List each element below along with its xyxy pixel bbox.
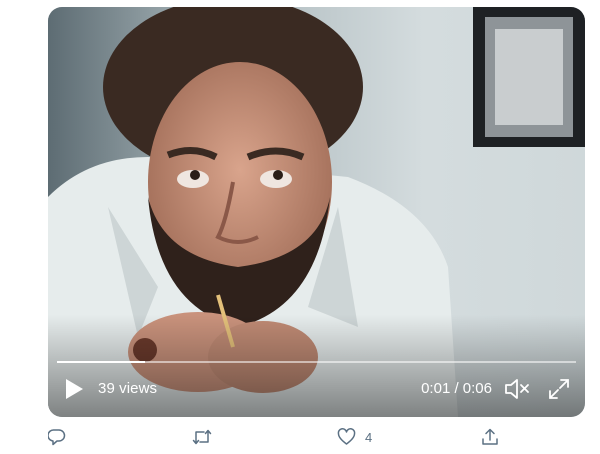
video-controls: 39 views 0:01 / 0:06 (48, 361, 585, 417)
heart-icon (337, 428, 356, 445)
retweet-icon (192, 429, 212, 445)
reply-button[interactable] (48, 428, 66, 446)
share-icon (482, 428, 498, 445)
tweet-actions: 4 (0, 426, 600, 454)
video-player[interactable]: 39 views 0:01 / 0:06 (48, 7, 585, 417)
reply-icon (48, 429, 66, 446)
time-display: 0:01 / 0:06 (421, 380, 492, 397)
share-button[interactable] (481, 428, 499, 446)
retweet-button[interactable] (192, 428, 212, 446)
mute-button[interactable] (503, 376, 531, 402)
view-count: 39 views (98, 380, 158, 397)
muted-speaker-icon (505, 379, 529, 399)
like-button[interactable]: 4 (337, 428, 372, 446)
play-button[interactable] (62, 377, 86, 401)
fullscreen-button[interactable] (546, 376, 572, 402)
expand-icon (549, 379, 569, 399)
play-icon (66, 379, 83, 399)
like-count: 4 (365, 429, 373, 445)
video-frame (48, 7, 585, 417)
